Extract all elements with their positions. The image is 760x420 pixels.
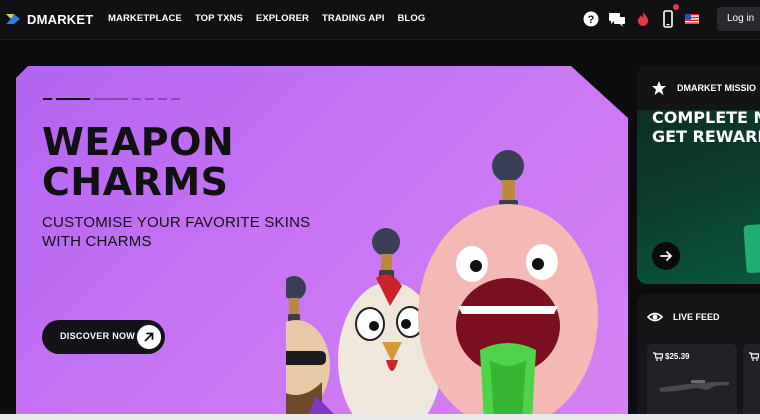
missions-card-label: DMARKET MISSIO — [677, 83, 757, 93]
main-nav: MARKETPLACE TOP TXNS EXPLORER TRADING AP… — [108, 13, 438, 24]
svg-text:?: ? — [588, 14, 595, 26]
discover-now-button[interactable]: DISCOVER NOW — [42, 320, 165, 354]
missions-title-line: COMPLETE M — [652, 108, 760, 127]
carousel-dot[interactable] — [43, 98, 52, 100]
eye-icon — [647, 312, 663, 322]
rifle-skin-image — [659, 380, 729, 392]
nav-item-explorer[interactable]: EXPLORER — [256, 13, 309, 24]
hero-banner[interactable]: WEAPON CHARMS CUSTOMISE YOUR FAVORITE SK… — [16, 66, 628, 420]
carousel-indicator — [43, 98, 184, 100]
live-feed-item-price: $25.39 — [665, 352, 690, 361]
carousel-dot[interactable] — [158, 98, 167, 100]
nav-item-trading-api[interactable]: TRADING API — [322, 13, 385, 24]
cart-icon — [653, 352, 663, 361]
mobile-icon[interactable] — [659, 10, 677, 28]
arrow-right-icon[interactable] — [652, 242, 680, 270]
carousel-dot[interactable] — [171, 98, 180, 100]
brand-name: DMARKET — [27, 11, 94, 27]
nav-item-blog[interactable]: BLOG — [397, 13, 425, 24]
us-flag-icon[interactable] — [683, 10, 701, 28]
discover-now-label: DISCOVER NOW — [60, 331, 136, 341]
star-icon — [652, 81, 666, 95]
carousel-dot[interactable] — [132, 98, 141, 100]
fire-icon[interactable] — [634, 10, 652, 28]
cart-icon — [749, 352, 759, 361]
top-navigation-bar: DMARKET MARKETPLACE TOP TXNS EXPLORER TR… — [0, 0, 760, 40]
missions-card[interactable]: DMARKET MISSIO COMPLETE M GET REWARD — [637, 66, 760, 284]
live-feed-item[interactable] — [743, 344, 760, 420]
missions-reward-graphic — [743, 222, 760, 274]
charm-screaming-creature — [418, 150, 598, 420]
nav-item-top-txns[interactable]: TOP TXNS — [195, 13, 243, 24]
dmarket-logo[interactable]: DMARKET — [5, 11, 93, 27]
arrow-up-right-icon — [137, 325, 161, 349]
charm-sunglasses-figure — [286, 276, 340, 420]
missions-title-line: GET REWARD — [652, 127, 760, 146]
missions-card-title: COMPLETE M GET REWARD — [652, 108, 760, 146]
carousel-dot-active[interactable] — [56, 98, 90, 100]
page-bottom-edge — [0, 414, 760, 420]
nav-item-marketplace[interactable]: MARKETPLACE — [108, 13, 182, 24]
live-feed-header: LIVE FEED — [647, 310, 720, 324]
live-feed-item[interactable]: $25.39 — [647, 344, 737, 420]
weapon-charms-illustration — [286, 150, 598, 420]
live-feed-card: LIVE FEED $25.39 — [637, 294, 760, 420]
chat-icon[interactable] — [608, 10, 626, 28]
carousel-dot[interactable] — [145, 98, 154, 100]
help-icon[interactable]: ? — [582, 10, 600, 28]
login-button[interactable]: Log in — [717, 7, 760, 31]
notification-dot — [673, 4, 679, 10]
missions-card-header: DMARKET MISSIO — [637, 66, 760, 110]
dmarket-logo-icon — [6, 14, 20, 24]
live-feed-label: LIVE FEED — [673, 312, 720, 322]
carousel-dot[interactable] — [94, 98, 128, 100]
